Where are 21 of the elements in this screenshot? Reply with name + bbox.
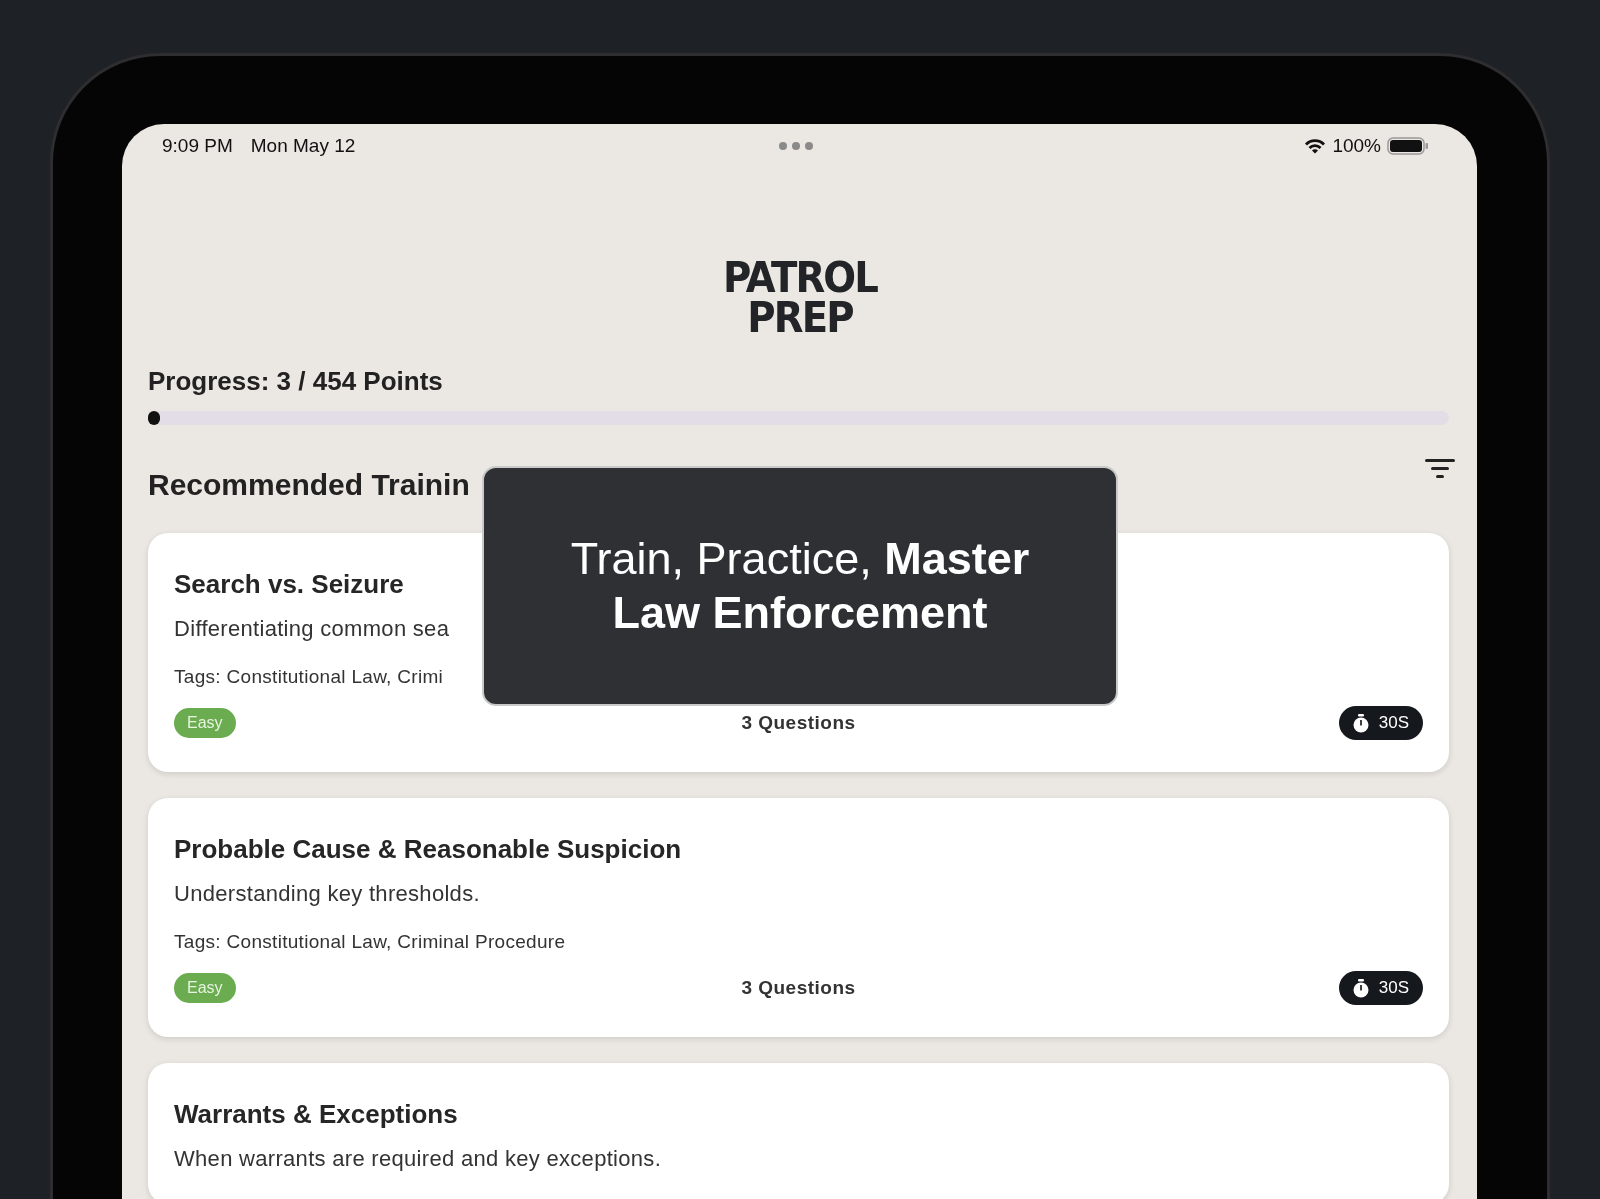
time-badge: 30S (1338, 706, 1423, 740)
battery-percent: 100% (1332, 135, 1381, 157)
training-description: When warrants are required and key exceptions. (174, 1146, 662, 1172)
training-tags: Tags: Constitutional Law, Crimi (174, 666, 444, 688)
app-logo: PATROL PREP (721, 258, 878, 338)
status-date: Mon May 12 (250, 135, 356, 157)
training-description: Differentiating common sea (174, 616, 450, 642)
difficulty-badge: Easy (174, 708, 236, 738)
question-count: 3 Questions (741, 977, 856, 999)
section-title: Recommended Trainin (148, 468, 470, 502)
training-title: Search vs. Seizure (174, 569, 404, 600)
difficulty-badge: Easy (174, 973, 236, 1003)
training-title: Warrants & Exceptions (174, 1099, 458, 1130)
caption-text: Train, Practice, Master Law Enforcement (569, 532, 1031, 640)
training-title: Probable Cause & Reasonable Suspicion (174, 834, 682, 865)
training-tags: Tags: Constitutional Law, Criminal Procedure (174, 931, 566, 953)
progress-label: Progress: 3 / 454 Points (148, 366, 443, 397)
status-time: 9:09 PM (162, 135, 233, 157)
training-description: Understanding key thresholds. (174, 881, 480, 907)
time-badge: 30S (1338, 971, 1423, 1005)
question-count: 3 Questions (741, 712, 856, 734)
